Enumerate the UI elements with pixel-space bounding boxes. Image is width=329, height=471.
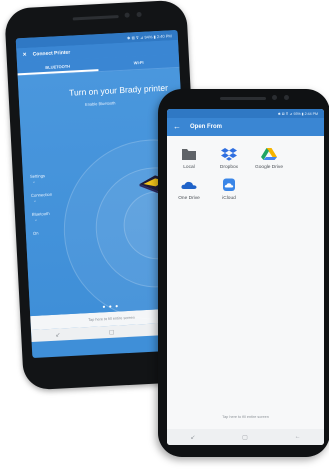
dropbox-icon bbox=[221, 148, 237, 161]
marketing-stage: ✱ ⊠ ⊽ ⊿ 94% ▮ 2:40 PM ✕ Connect Printer … bbox=[0, 0, 329, 471]
icloud-icon bbox=[223, 178, 235, 191]
front-camera bbox=[272, 95, 277, 100]
chevron-down-icon: ⌄ bbox=[32, 178, 36, 184]
status-bar: ✱ ⊠ ⊽ ⊿ 93% ▮ 2:44 PM bbox=[167, 109, 324, 118]
step-connection: Connection ⌄ bbox=[30, 191, 53, 203]
recents-icon[interactable]: ↙ bbox=[55, 331, 60, 338]
back-arrow-icon[interactable]: ← bbox=[173, 123, 181, 131]
page-title: Connect Printer bbox=[32, 49, 71, 58]
source-onedrive[interactable]: One Drive bbox=[170, 178, 208, 201]
onedrive-icon bbox=[181, 181, 197, 189]
page-title: Open From bbox=[190, 124, 223, 130]
sensor bbox=[136, 11, 142, 18]
open-from-screen: ✱ ⊠ ⊽ ⊿ 93% ▮ 2:44 PM ← Open From Local bbox=[167, 109, 324, 445]
sensor bbox=[284, 95, 289, 100]
nav-bar: ↙ ▢ ← bbox=[167, 429, 324, 445]
source-google-drive[interactable]: Google Drive bbox=[250, 147, 288, 170]
recents-icon[interactable]: ↙ bbox=[190, 434, 195, 441]
chevron-down-icon: ⌄ bbox=[34, 216, 38, 222]
fill-screen-hint[interactable]: Tap here to fill entire screen bbox=[167, 415, 324, 419]
step-bluetooth: Bluetooth ⌄ bbox=[31, 210, 50, 222]
source-local[interactable]: Local bbox=[170, 147, 208, 170]
source-icloud[interactable]: iCloud bbox=[210, 178, 248, 201]
google-drive-icon bbox=[261, 148, 277, 160]
front-phone: ✱ ⊠ ⊽ ⊿ 93% ▮ 2:44 PM ← Open From Local bbox=[158, 89, 329, 457]
source-grid: Local Dropbox Google Drive One Drive iCl… bbox=[167, 136, 324, 201]
folder-icon bbox=[182, 149, 196, 160]
home-icon[interactable]: ▢ bbox=[109, 328, 115, 335]
speaker-grille bbox=[72, 15, 119, 21]
close-icon[interactable]: ✕ bbox=[22, 52, 27, 58]
front-camera bbox=[124, 12, 130, 18]
home-icon[interactable]: ▢ bbox=[242, 434, 248, 441]
app-bar: ← Open From bbox=[167, 118, 324, 136]
step-settings: Settings ⌄ bbox=[29, 173, 46, 184]
speaker-grille bbox=[220, 97, 266, 100]
source-dropbox[interactable]: Dropbox bbox=[210, 147, 248, 170]
chevron-down-icon: ⌄ bbox=[33, 197, 37, 203]
step-on: On bbox=[32, 230, 39, 236]
back-icon[interactable]: ← bbox=[295, 434, 301, 440]
